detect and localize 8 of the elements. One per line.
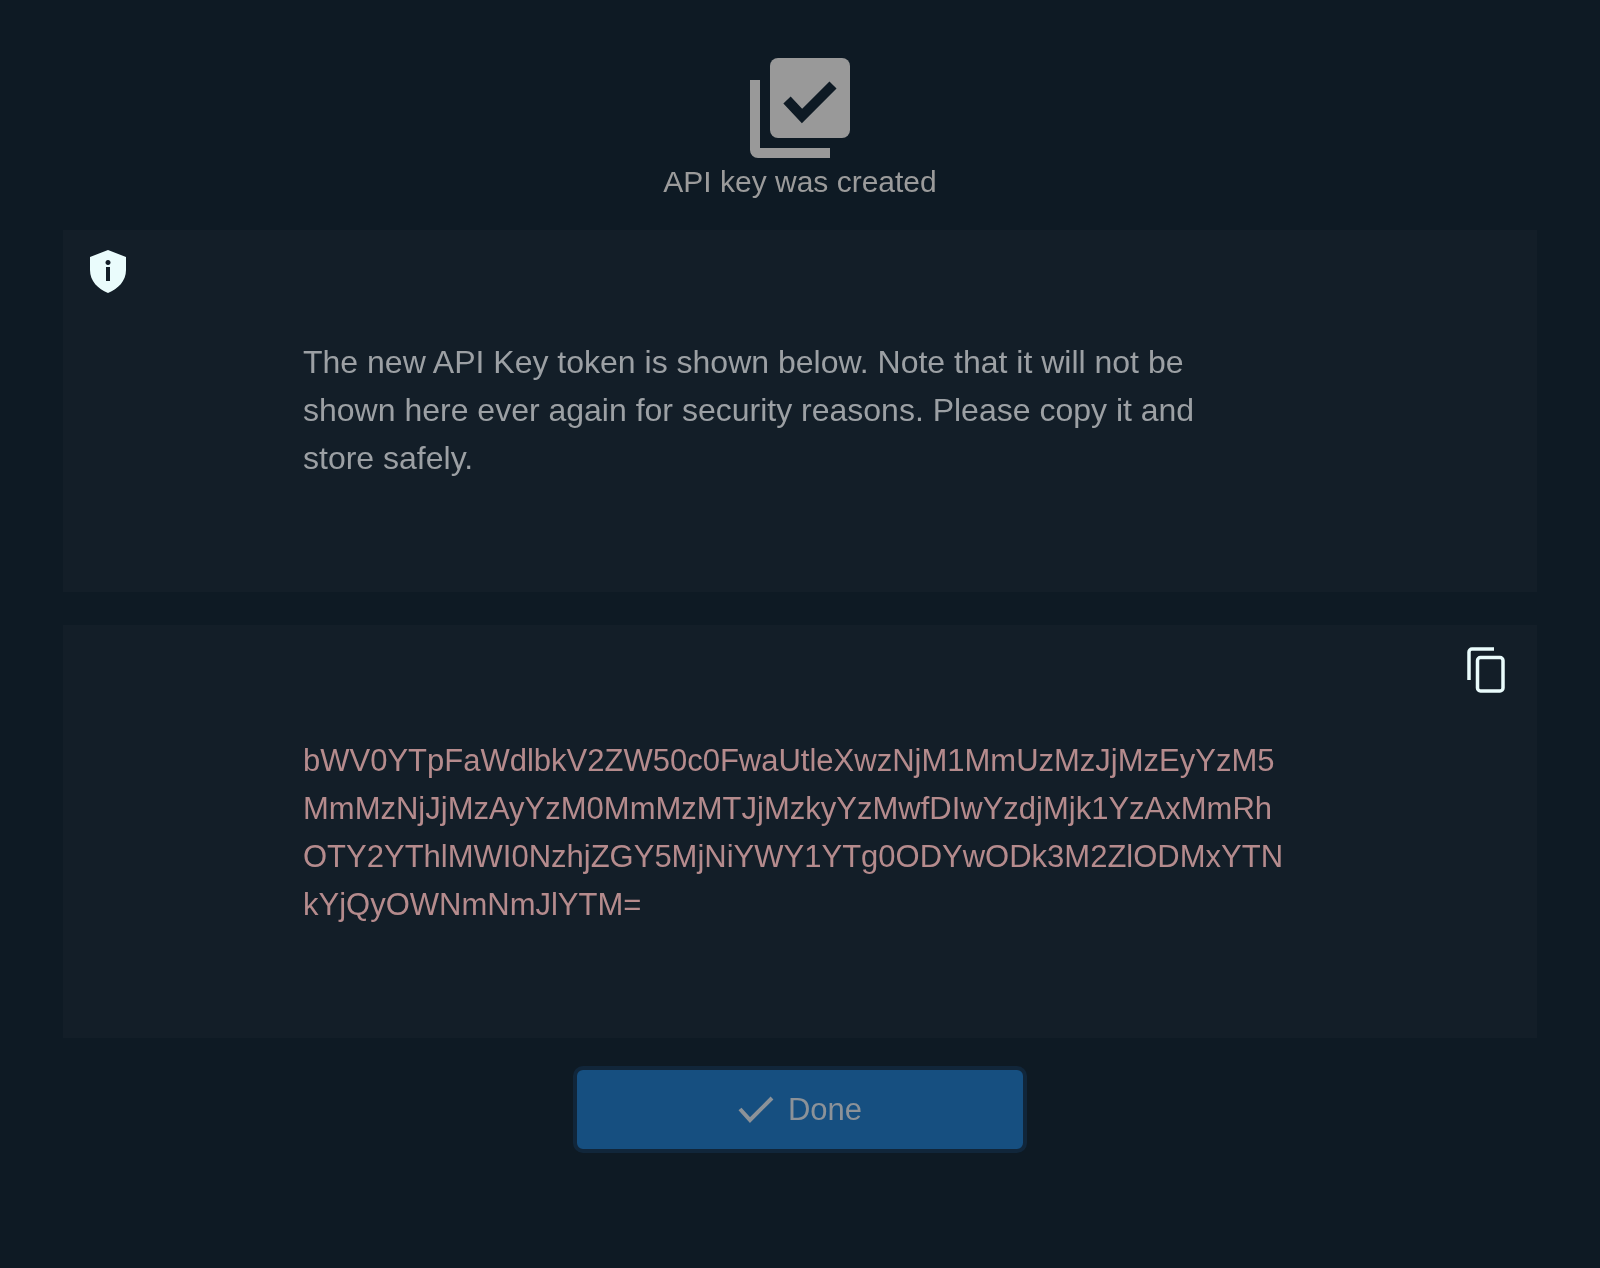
api-key-token: bWV0YTpFaWdlbkV2ZW50c0FwaUtleXwzNjM1MmUzMzJjMzEyYzM5MmMzNjJjMzAyYzM0MmMzMTJjMzkyYzMwfDIwYzdjMjk1YzAxMmRhOTY2YThlMWI0NzhjZGY5MjNiYWY1YTg0ODYwODk3M2ZlODMxYTNkYjQyOWNmNmJlYTM= <box>303 742 1285 924</box>
checked-copies-icon <box>750 58 850 158</box>
info-message: The new API Key token is shown below. Note that it will not be shown here ever again for security reasons. Please copy it and store safely. <box>303 343 1196 478</box>
shield-info-icon <box>90 250 126 293</box>
done-button[interactable]: Done <box>573 1066 1027 1153</box>
copy-icon[interactable] <box>1467 647 1505 693</box>
check-icon <box>737 1096 774 1123</box>
dialog-title: API key was created <box>663 164 937 200</box>
